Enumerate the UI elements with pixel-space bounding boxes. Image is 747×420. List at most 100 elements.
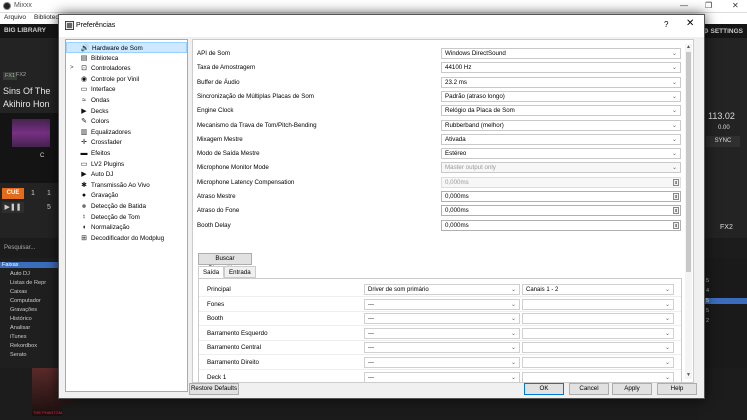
sidebar-item-analyze[interactable]: Analisar <box>10 325 30 331</box>
waveform-display[interactable]: C <box>0 113 62 183</box>
nav-item-colors[interactable]: ✎ Colors <box>66 116 187 127</box>
api-de-som-dropdown[interactable]: Windows DirectSound ⌄ <box>441 48 681 59</box>
nav-item-label: Controle por Vinil <box>91 75 140 83</box>
cancel-button[interactable]: Cancel <box>569 383 609 395</box>
sidebar-item-autodj[interactable]: Auto DJ <box>10 271 30 277</box>
nav-item-lv2-plugins[interactable]: ▭ LV2 Plugins <box>66 159 187 170</box>
nav-item-equalizadores[interactable]: ▥ Equalizadores <box>66 127 187 138</box>
nav-item-transmissao-ao-vivo[interactable]: ✱ Transmissão Ao Vivo <box>66 180 187 191</box>
dialog-help-icon[interactable]: ? <box>664 20 668 29</box>
nav-item-gravacao[interactable]: ● Gravação <box>66 190 187 201</box>
sync-button[interactable]: SYNC <box>706 136 740 147</box>
nav-item-auto-dj[interactable]: ▶ Auto DJ <box>66 169 187 180</box>
engine-clock-dropdown[interactable]: Relógio da Placa de Som ⌄ <box>441 105 681 117</box>
fx2-badge[interactable]: FX2 <box>16 72 26 78</box>
nav-item-controladores[interactable]: > ⊡ Controladores <box>66 63 187 74</box>
maximize-icon[interactable]: ❐ <box>705 1 712 10</box>
modo-de-saida-mestre-dropdown[interactable]: Estéreo ⌄ <box>441 148 681 160</box>
search-placeholder[interactable]: Pesquisar... <box>4 245 35 251</box>
big-library-button[interactable]: BIG LIBRARY <box>4 27 46 34</box>
tab-output[interactable]: Saída <box>198 266 225 278</box>
device-dropdown[interactable]: Driver de som primário ⌄ <box>364 284 520 295</box>
deck-track-title: Sins Of The <box>3 86 51 96</box>
channels-dropdown[interactable]: ⌄ <box>522 327 674 339</box>
channels-dropdown[interactable]: ⌄ <box>522 313 674 325</box>
equalizer-icon: ▥ <box>80 128 88 136</box>
channels-dropdown[interactable]: ⌄ <box>522 342 674 354</box>
nav-item-normalizacao[interactable]: ◖ Normalização <box>66 222 187 233</box>
scrollbar-thumb[interactable] <box>686 52 691 272</box>
nav-item-decks[interactable]: ▶ Decks <box>66 106 187 117</box>
restore-defaults-button[interactable]: Restore Defaults <box>189 383 239 395</box>
interface-icon: ▭ <box>80 86 88 94</box>
nav-item-hardware-de-som[interactable]: 🔊 Hardware de Som <box>66 42 187 53</box>
atraso-mestre-spinbox[interactable]: 0,000ms ⬍ <box>441 191 681 202</box>
cue-button[interactable]: CUE <box>2 188 24 199</box>
device-dropdown[interactable]: --- ⌄ <box>364 313 520 325</box>
nav-item-deteccao-de-tom[interactable]: ♮ Detecção de Tom <box>66 212 187 223</box>
setting-label: Booth Delay <box>197 221 231 229</box>
spin-arrows-icon[interactable]: ⬍ <box>673 193 679 200</box>
expand-chevron-icon[interactable]: > <box>70 63 74 74</box>
fx2-label[interactable]: FX2 <box>720 224 733 231</box>
mixagem-mestre-dropdown[interactable]: Ativada ⌄ <box>441 133 681 145</box>
channels-dropdown[interactable]: ⌄ <box>522 298 674 310</box>
device-dropdown[interactable]: --- ⌄ <box>364 298 520 310</box>
sidebar-item-computer[interactable]: Computador <box>10 298 41 304</box>
sidebar-item-playlists[interactable]: Listas de Repr <box>10 280 46 286</box>
scroll-down-icon[interactable]: ▼ <box>685 372 692 378</box>
device-dropdown[interactable]: --- ⌄ <box>364 371 520 382</box>
panel-scrollbar[interactable]: ▲ ▼ <box>685 44 692 379</box>
help-button[interactable]: Help <box>657 383 697 395</box>
settings-button[interactable]: ⚙ SETTINGS <box>703 27 743 35</box>
nav-item-interface[interactable]: ▭ Interface <box>66 84 187 95</box>
atraso-do-fone-spinbox[interactable]: 0,000ms ⬍ <box>441 205 681 217</box>
dropdown-value: --- <box>368 330 374 337</box>
field-value: 0,000ms <box>445 193 469 200</box>
sincronizacao-de-multiplas-placas-de-som-dropdown[interactable]: Padrão (atraso longo) ⌄ <box>441 90 681 102</box>
scroll-up-icon[interactable]: ▲ <box>685 44 692 50</box>
taxa-de-amostragem-dropdown[interactable]: 44100 Hz ⌄ <box>441 62 681 74</box>
apply-button[interactable]: Apply <box>612 383 652 395</box>
nav-item-deteccao-de-batida[interactable]: ⨳ Detecção de Batida <box>66 201 187 212</box>
mecanismo-da-trava-de-tom-pitch-bending-dropdown[interactable]: Rubberband (melhor) ⌄ <box>441 119 681 131</box>
sidebar-item-crates[interactable]: Caixas <box>10 289 27 295</box>
sidebar-item-rekordbox[interactable]: Rekordbox <box>10 343 37 349</box>
channels-dropdown[interactable]: ⌄ <box>522 371 674 382</box>
ok-button[interactable]: OK <box>524 383 564 395</box>
channels-dropdown[interactable]: Canais 1 - 2 ⌄ <box>522 284 674 295</box>
minimize-icon[interactable]: — <box>680 1 688 10</box>
sidebar-item-recordings[interactable]: Gravações <box>10 307 37 313</box>
sidebar-item-serato[interactable]: Serato <box>10 352 26 358</box>
sidebar-item-history[interactable]: Histórico <box>10 316 32 322</box>
bpm-adjust: 0.00 <box>718 125 730 131</box>
nav-item-label: Gravação <box>91 192 119 200</box>
nav-item-decodificador-do-modplug[interactable]: ⊞ Decodificador do Modplug <box>66 233 187 244</box>
nav-item-crossfader[interactable]: ✛ Crossfader <box>66 137 187 148</box>
booth-delay-spinbox[interactable]: 0,000ms ⬍ <box>441 219 681 231</box>
channels-dropdown[interactable]: ⌄ <box>522 357 674 368</box>
spin-arrows-icon[interactable]: ⬍ <box>673 221 679 229</box>
tab-input[interactable]: Entrada <box>224 266 256 278</box>
sidebar-item-itunes[interactable]: iTunes <box>10 334 27 340</box>
play-pause-button[interactable]: ▶❚❚ <box>2 202 24 213</box>
fx1-badge[interactable]: FX1 <box>3 72 18 80</box>
nav-item-biblioteca[interactable]: ▤ Biblioteca <box>66 53 187 64</box>
dialog-close-icon[interactable]: ✕ <box>686 18 694 29</box>
device-dropdown[interactable]: --- ⌄ <box>364 327 520 339</box>
sidebar-item-faixas[interactable]: Faixas <box>0 262 62 268</box>
window-close-icon[interactable]: ✕ <box>732 1 739 10</box>
nav-item-ondas[interactable]: ≈ Ondas <box>66 95 187 106</box>
buffer-de-audio-dropdown[interactable]: 23.2 ms ⌄ <box>441 76 681 88</box>
track-bpm-cell: 4 <box>706 288 710 294</box>
menu-arquivo[interactable]: Arquivo <box>4 14 26 21</box>
nav-item-controle-por-vinil[interactable]: ◉ Controle por Vinil <box>66 74 187 85</box>
output-row-fones: Fones --- ⌄ ⌄ <box>199 297 681 312</box>
nav-item-efeitos[interactable]: ▬ Efeitos <box>66 148 187 159</box>
device-dropdown[interactable]: --- ⌄ <box>364 342 520 354</box>
device-dropdown[interactable]: --- ⌄ <box>364 357 520 368</box>
query-devices-button[interactable]: Buscar Dispositivos <box>198 253 252 272</box>
track-bpm-cell: 5 <box>706 308 710 314</box>
crossfader-icon: ✛ <box>81 139 87 147</box>
spin-arrows-icon[interactable]: ⬍ <box>673 207 679 215</box>
